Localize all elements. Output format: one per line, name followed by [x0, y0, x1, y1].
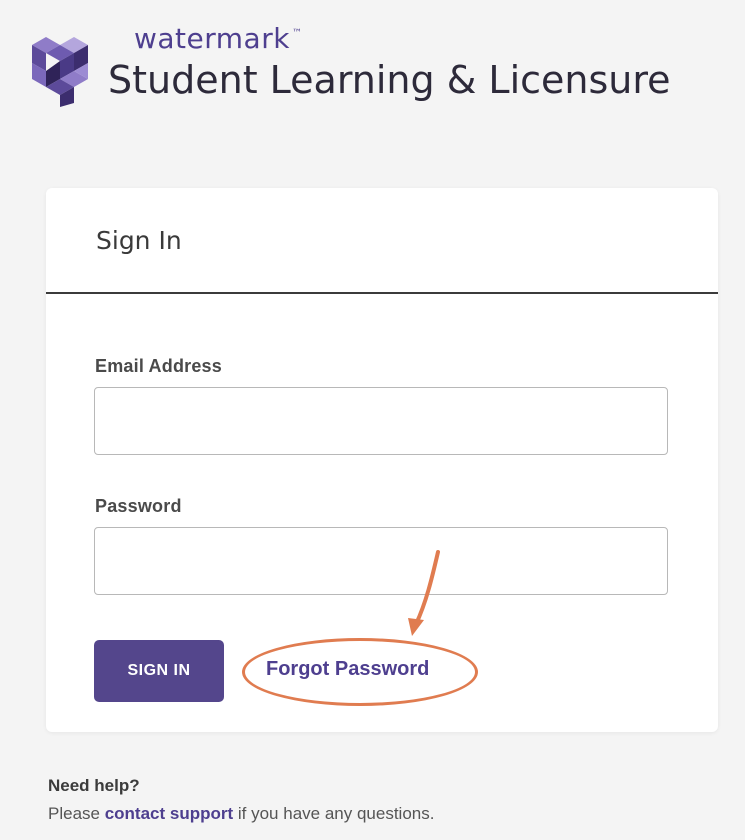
annotation-arrow-icon [408, 550, 440, 636]
help-section: Need help? Please contact support if you… [48, 776, 434, 824]
card-title: Sign In [96, 226, 182, 255]
sign-in-button[interactable]: SIGN IN [94, 640, 224, 702]
watermark-logo-icon [32, 37, 88, 107]
brand-name: watermark ™ [134, 22, 303, 55]
help-text: Please contact support if you have any q… [48, 804, 435, 823]
help-title: Need help? [48, 776, 140, 795]
trademark-symbol: ™ [291, 28, 303, 39]
contact-support-link[interactable]: contact support [105, 804, 233, 823]
header: watermark ™ Student Learning & Licensure [22, 22, 742, 112]
email-label: Email Address [95, 356, 222, 376]
email-field[interactable] [94, 387, 668, 455]
product-name: Student Learning & Licensure [108, 58, 671, 102]
forgot-password-link[interactable]: Forgot Password [266, 658, 429, 681]
password-field[interactable] [94, 527, 668, 595]
card-divider [46, 292, 718, 294]
password-label: Password [95, 496, 182, 516]
sign-in-card: Sign In Email Address Password SIGN IN F… [46, 188, 718, 732]
